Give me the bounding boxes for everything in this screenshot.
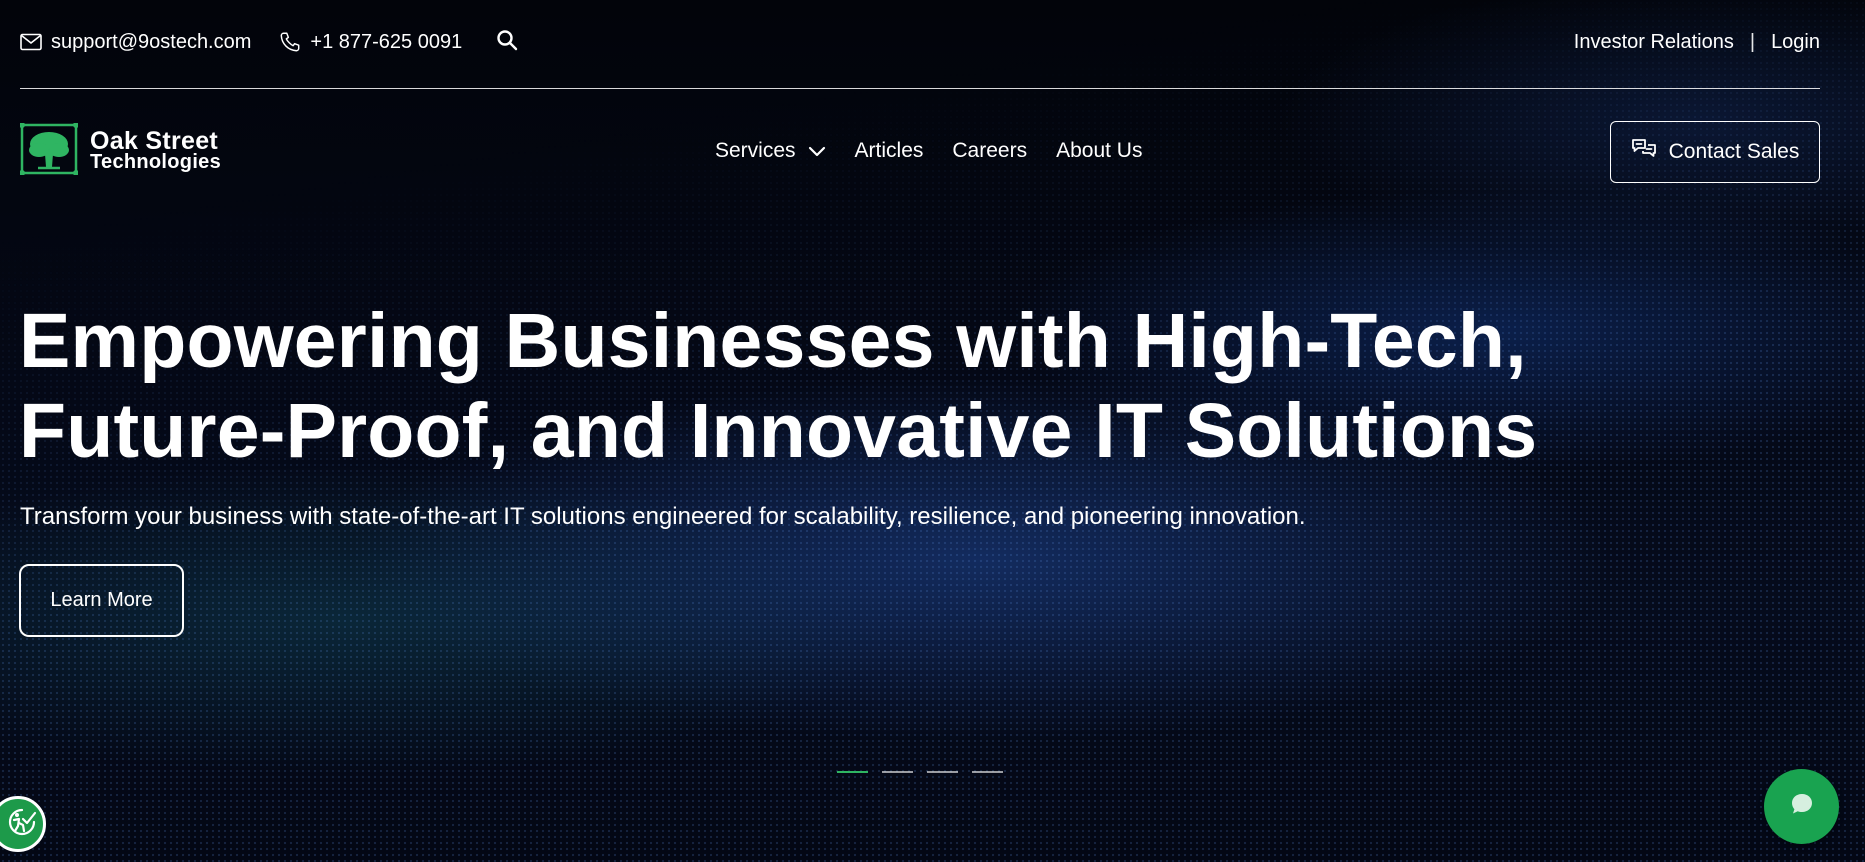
nav-item-about-us[interactable]: About Us xyxy=(1056,139,1142,163)
slider-dot-4[interactable] xyxy=(972,771,1003,773)
nav-item-label: Careers xyxy=(952,139,1028,162)
separator: | xyxy=(1749,30,1756,53)
search-icon[interactable] xyxy=(496,29,518,56)
logo[interactable]: Oak Street Technologies xyxy=(19,121,222,180)
slider-dot-2[interactable] xyxy=(882,771,913,773)
chat-icon xyxy=(1789,791,1815,822)
logo-line-2: Technologies xyxy=(90,151,222,174)
oak-tree-icon xyxy=(19,121,79,180)
mail-icon xyxy=(20,33,42,51)
slider-pagination xyxy=(837,771,1003,773)
nav-item-label: About Us xyxy=(1056,139,1143,162)
main-nav: Oak Street Technologies Services Article… xyxy=(19,120,1820,183)
contact-info: support@9ostech.com +1 877-625 0091 xyxy=(20,29,518,60)
chat-bubbles-icon xyxy=(1631,138,1657,166)
phone-text: +1 877-625 0091 xyxy=(310,30,463,53)
hero-title-line-1: Empowering Businesses with High-Tech, xyxy=(19,298,1527,384)
logo-text: Oak Street Technologies xyxy=(90,127,222,174)
phone-link[interactable]: +1 877-625 0091 xyxy=(279,31,462,54)
top-bar: support@9ostech.com +1 877-625 0091 Inve… xyxy=(20,0,1820,89)
login-link[interactable]: Login xyxy=(1771,31,1820,54)
contact-sales-button[interactable]: Contact Sales xyxy=(1610,121,1820,183)
nav-links: Services Articles Careers About Us xyxy=(715,120,1142,182)
email-link[interactable]: support@9ostech.com xyxy=(20,31,251,54)
email-text: support@9ostech.com xyxy=(51,30,252,53)
hero-title-line-2: Future-Proof, and Innovative IT Solution… xyxy=(19,388,1538,474)
contact-sales-label: Contact Sales xyxy=(1668,140,1800,163)
nav-item-articles[interactable]: Articles xyxy=(855,139,924,163)
logo-line-1: Oak Street xyxy=(90,127,219,156)
chat-widget-button[interactable] xyxy=(1764,769,1839,844)
account-links: Investor Relations | Login xyxy=(1574,31,1820,58)
hero-subtitle: Transform your business with state-of-th… xyxy=(20,503,1306,530)
nav-item-careers[interactable]: Careers xyxy=(952,139,1027,163)
hero-title: Empowering Businesses with High-Tech, Fu… xyxy=(19,296,1537,476)
slider-dot-1[interactable] xyxy=(837,771,868,773)
nav-item-services[interactable]: Services xyxy=(715,139,826,163)
phone-icon xyxy=(279,31,301,53)
nav-item-label: Services xyxy=(715,139,796,162)
slider-dot-3[interactable] xyxy=(927,771,958,773)
investor-relations-link[interactable]: Investor Relations xyxy=(1574,31,1734,54)
learn-more-label: Learn More xyxy=(50,589,153,611)
learn-more-button[interactable]: Learn More xyxy=(19,564,184,637)
accessibility-icon xyxy=(6,806,38,843)
chevron-down-icon xyxy=(808,139,826,163)
nav-item-label: Articles xyxy=(854,139,924,162)
